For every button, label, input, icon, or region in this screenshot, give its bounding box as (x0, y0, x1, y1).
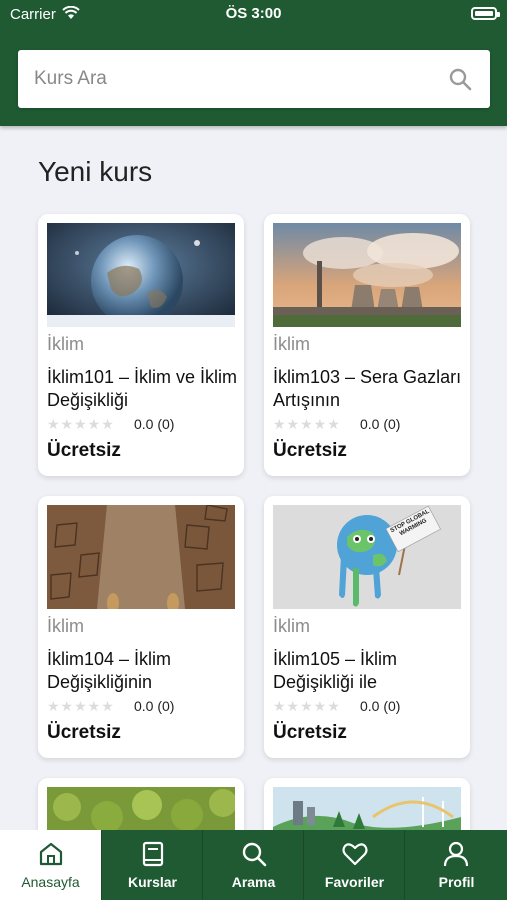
tab-label: Favoriler (324, 874, 385, 890)
tab-kurslar[interactable]: Kurslar (101, 830, 202, 900)
rating-value: 0.0 (0) (134, 416, 175, 432)
course-card[interactable]: STOP GLOBAL WARMING İklim İklim105 – İkl… (264, 496, 470, 758)
tab-arama[interactable]: Arama (202, 830, 303, 900)
tab-profil[interactable]: Profil (404, 830, 507, 900)
battery-icon (471, 7, 500, 20)
course-title: İklim103 – Sera Gazları Artışının (273, 367, 462, 410)
person-icon (443, 841, 469, 867)
course-category: İklim (273, 334, 310, 354)
status-bar: Carrier ÖS 3:00 (0, 0, 507, 30)
tab-label: Anasayfa (21, 874, 80, 890)
tab-anasayfa[interactable]: Anasayfa (0, 830, 101, 900)
bottom-tab-bar: Anasayfa Kurslar Arama Favoriler Profil (0, 830, 507, 900)
course-category: İklim (273, 616, 310, 636)
search-icon (242, 842, 267, 867)
rating-stars: ★★★★★ (273, 698, 341, 714)
heart-icon (342, 843, 368, 866)
course-price: Ücretsiz (47, 722, 121, 743)
tab-label: Arama (231, 874, 276, 890)
course-title: İklim104 – İklim Değişikliğinin (47, 649, 172, 692)
tab-favoriler[interactable]: Favoriler (303, 830, 404, 900)
tab-label: Kurslar (127, 874, 178, 890)
search-icon[interactable] (448, 67, 472, 91)
tab-label: Profil (438, 874, 475, 890)
search-placeholder: Kurs Ara (34, 68, 107, 89)
course-card[interactable]: İklim İklim103 – Sera Gazları Artışının … (264, 214, 470, 476)
course-price: Ücretsiz (47, 440, 121, 461)
course-category: İklim (47, 334, 84, 354)
course-title: İklim101 – İklim ve İklim Değişikliği (47, 367, 238, 410)
course-category: İklim (47, 616, 84, 636)
rating-stars: ★★★★★ (47, 698, 115, 714)
drought-image (47, 505, 235, 609)
course-price: Ücretsiz (273, 440, 347, 461)
rating-value: 0.0 (0) (360, 416, 401, 432)
search-input[interactable]: Kurs Ara (18, 50, 490, 108)
rating-stars: ★★★★★ (47, 416, 115, 432)
book-icon (142, 841, 164, 867)
rating-value: 0.0 (0) (134, 698, 175, 714)
status-time: ÖS 3:00 (225, 5, 282, 22)
course-title: İklim105 – İklim Değişikliği ile (273, 649, 398, 692)
melting-globe-image: STOP GLOBAL WARMING (273, 505, 461, 609)
course-price: Ücretsiz (273, 722, 347, 743)
globe-image (47, 223, 235, 327)
factory-image (273, 223, 461, 327)
course-card[interactable]: İklim İklim104 – İklim Değişikliğinin ★★… (38, 496, 244, 758)
home-icon (39, 842, 63, 866)
rating-value: 0.0 (0) (360, 698, 401, 714)
course-card[interactable]: İklim İklim101 – İklim ve İklim Değişikl… (38, 214, 244, 476)
top-header: Carrier ÖS 3:00 Kurs Ara (0, 0, 507, 126)
section-title: Yeni kurs (38, 156, 153, 187)
rating-stars: ★★★★★ (273, 416, 341, 432)
